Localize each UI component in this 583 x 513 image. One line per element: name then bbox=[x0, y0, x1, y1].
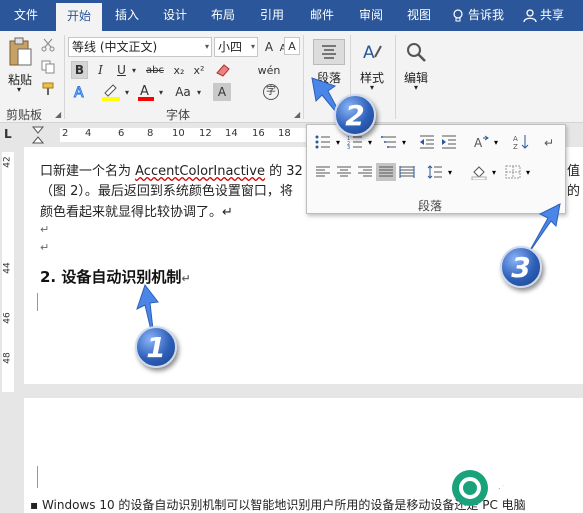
watermark-logo-icon bbox=[452, 470, 488, 506]
arrow-3 bbox=[527, 203, 561, 255]
callout-badge-2: 2 bbox=[334, 94, 376, 136]
watermark: 系统大全 bbox=[450, 462, 583, 513]
callout-badge-1: 1 bbox=[135, 326, 177, 368]
callout-badge-3: 3 bbox=[500, 246, 542, 288]
watermark-text: 系统大全 bbox=[494, 476, 575, 501]
callout-arrows bbox=[136, 77, 561, 348]
